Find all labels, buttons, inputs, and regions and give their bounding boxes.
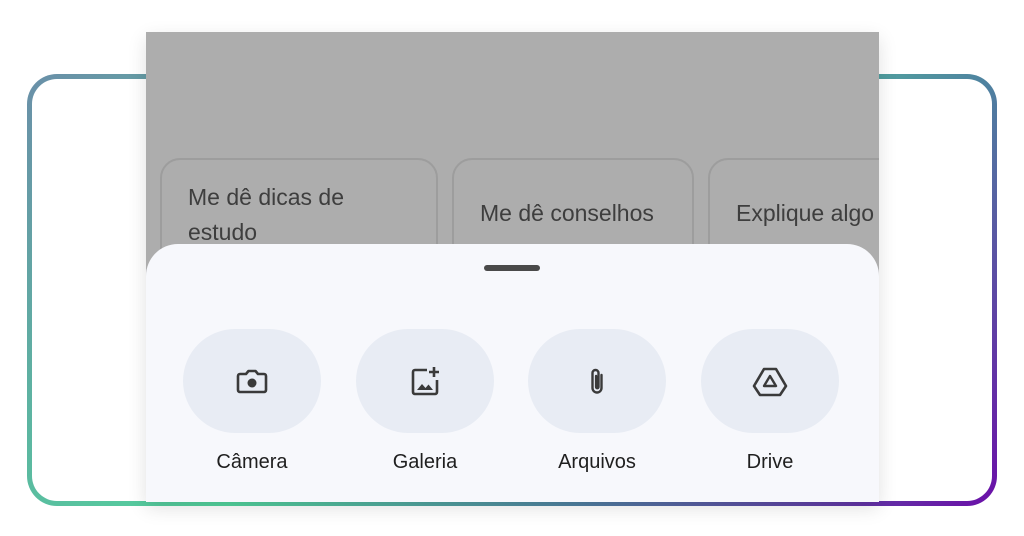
suggestion-chip-label: Explique algo <box>736 200 875 226</box>
drive-pill[interactable] <box>701 329 839 433</box>
drive-label: Drive <box>746 451 794 473</box>
camera-label: Câmera <box>216 451 288 473</box>
drive-button[interactable]: Drive <box>700 329 840 474</box>
gallery-label: Galeria <box>392 451 458 473</box>
drag-handle[interactable] <box>484 265 540 271</box>
files-label: Arquivos <box>558 451 636 473</box>
phone-screen: Me dê dicas de estudo Me dê conselhos Ex… <box>146 32 879 502</box>
camera-icon <box>236 369 268 394</box>
camera-pill[interactable] <box>183 329 321 433</box>
attach-bottom-sheet: Câmera Galeria Arquivos Drive <box>146 244 879 502</box>
drive-icon <box>752 367 788 397</box>
gallery-pill[interactable] <box>356 329 494 433</box>
paperclip-icon <box>591 368 603 394</box>
camera-button[interactable]: Câmera <box>182 329 322 474</box>
files-pill[interactable] <box>528 329 666 433</box>
gallery-button[interactable]: Galeria <box>355 329 495 474</box>
gallery-add-icon <box>411 367 439 396</box>
suggestion-chip-label: Me dê conselhos <box>480 200 654 226</box>
suggestion-chip-label: Me dê dicas de estudo <box>188 184 344 245</box>
files-button[interactable]: Arquivos <box>527 329 667 474</box>
